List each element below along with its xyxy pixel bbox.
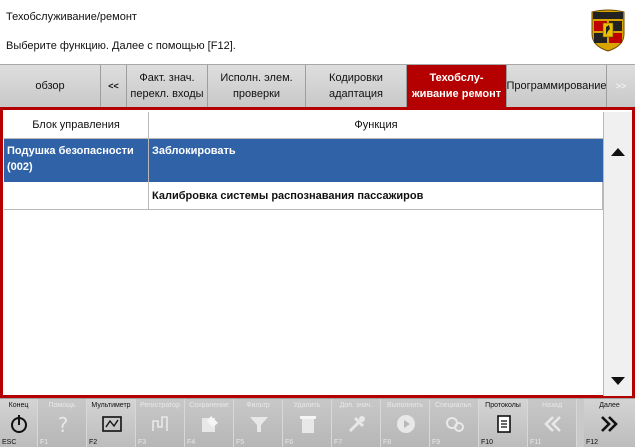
next-button[interactable]: Далее F12	[584, 399, 635, 447]
header-panel: Техобслуживание/ремонт Выберите функцию.…	[0, 0, 635, 64]
key-code: F9	[432, 439, 441, 446]
scroll-up-button[interactable]	[604, 137, 632, 167]
table-row[interactable]: Подушка безопасности (002) Заблокировать	[4, 139, 603, 182]
special-icon	[446, 417, 464, 432]
content-panel: Блок управления Функция Подушка безопасн…	[0, 107, 635, 398]
cell-function: Заблокировать	[152, 145, 236, 157]
cell-function: Калибровка системы распознавания пассажи…	[152, 189, 424, 202]
tab-scroll-right-button[interactable]: >>	[607, 65, 635, 107]
recorder-button[interactable]: Регистратор F3	[136, 399, 185, 447]
key-label: Регистратор	[140, 402, 180, 409]
svg-text:?: ?	[58, 413, 69, 435]
tab-coding-adaptation[interactable]: Кодировки адаптация	[306, 65, 407, 107]
help-button[interactable]: Помощь ? F1	[38, 399, 87, 447]
key-label: Далее	[599, 402, 620, 409]
back-button[interactable]: Назад F11	[528, 399, 577, 447]
cell-control-unit	[4, 182, 149, 209]
filter-icon	[250, 417, 268, 432]
key-code: ESC	[2, 439, 17, 446]
key-code: F3	[138, 439, 147, 446]
key-code: F5	[236, 439, 245, 446]
key-code: F2	[89, 439, 98, 446]
key-label: Выполнить	[387, 402, 423, 409]
execute-button[interactable]: Выполнить F8	[381, 399, 430, 447]
key-code: F7	[334, 439, 343, 446]
back-icon	[544, 416, 561, 432]
tab-programming[interactable]: Программирование	[507, 65, 607, 107]
key-label: Назад	[541, 402, 563, 409]
delete-button[interactable]: Удалить F6	[283, 399, 332, 447]
key-code: F6	[285, 439, 294, 446]
filter-button[interactable]: Фильтр F5	[234, 399, 283, 447]
key-code: F1	[40, 439, 49, 446]
save-icon	[202, 416, 218, 432]
page-title: Техобслуживание/ремонт	[6, 11, 137, 23]
delete-icon	[300, 416, 316, 433]
key-label: Сохранение	[189, 402, 229, 409]
function-tab-bar: обзор << Факт. знач. перекл. входы Испол…	[0, 64, 635, 107]
tools-icon	[348, 416, 365, 433]
vertical-scrollbar[interactable]	[603, 112, 632, 396]
key-code: F4	[187, 439, 196, 446]
key-code: F12	[586, 439, 599, 446]
protocols-button[interactable]: Протоколы F10	[479, 399, 528, 447]
multimeter-icon	[102, 416, 122, 432]
exit-button[interactable]: Конец ESC	[0, 399, 38, 447]
help-icon: ?	[58, 413, 69, 435]
key-code: F11	[530, 439, 542, 446]
key-label: Помощь	[48, 402, 76, 409]
tab-actual-values[interactable]: Факт. знач. перекл. входы	[127, 65, 208, 107]
multimeter-button[interactable]: Мультиметр F2	[87, 399, 136, 447]
key-label: Фильтр	[246, 402, 270, 409]
instruction-text: Выберите функцию. Далее с помощью [F12].	[6, 40, 236, 52]
key-label: Протоколы	[485, 402, 521, 409]
key-label: Специальн.	[434, 402, 474, 409]
save-button[interactable]: Сохранение F4	[185, 399, 234, 447]
key-label: Удалить	[293, 402, 321, 409]
scroll-down-button[interactable]	[604, 366, 632, 396]
arrow-up-icon	[611, 148, 625, 156]
key-code: F10	[481, 439, 494, 446]
play-icon	[397, 415, 415, 433]
special-functions-button[interactable]: Специальн. F9	[430, 399, 479, 447]
key-code: F8	[383, 439, 392, 446]
porsche-crest-logo	[591, 9, 625, 52]
additional-values-button[interactable]: Доп. знач. F7	[332, 399, 381, 447]
function-table: Блок управления Функция Подушка безопасн…	[4, 112, 603, 396]
tab-maintenance-repair[interactable]: Техобслу- живание ремонт	[407, 65, 507, 107]
column-header-control-unit: Блок управления	[4, 112, 149, 139]
tab-scroll-left-button[interactable]: <<	[101, 65, 127, 107]
table-row[interactable]: Калибровка системы распознавания пассажи…	[4, 182, 603, 210]
key-label: Доп. знач.	[339, 402, 373, 409]
key-label: Мультиметр	[91, 402, 131, 409]
function-key-bar: Конец ESC Помощь ? F1 Мультиметр F2 Реги…	[0, 398, 635, 447]
protocol-icon	[497, 415, 511, 433]
power-icon	[11, 415, 27, 433]
tab-actuator-tests[interactable]: Исполн. элем. проверки	[208, 65, 306, 107]
column-header-function: Функция	[149, 112, 603, 139]
arrow-down-icon	[611, 377, 625, 385]
tab-overview[interactable]: обзор	[0, 65, 101, 107]
cell-control-unit: Подушка безопасности (002)	[4, 139, 149, 182]
key-label: Конец	[8, 402, 29, 409]
next-icon	[601, 416, 618, 432]
recorder-icon	[152, 416, 168, 431]
